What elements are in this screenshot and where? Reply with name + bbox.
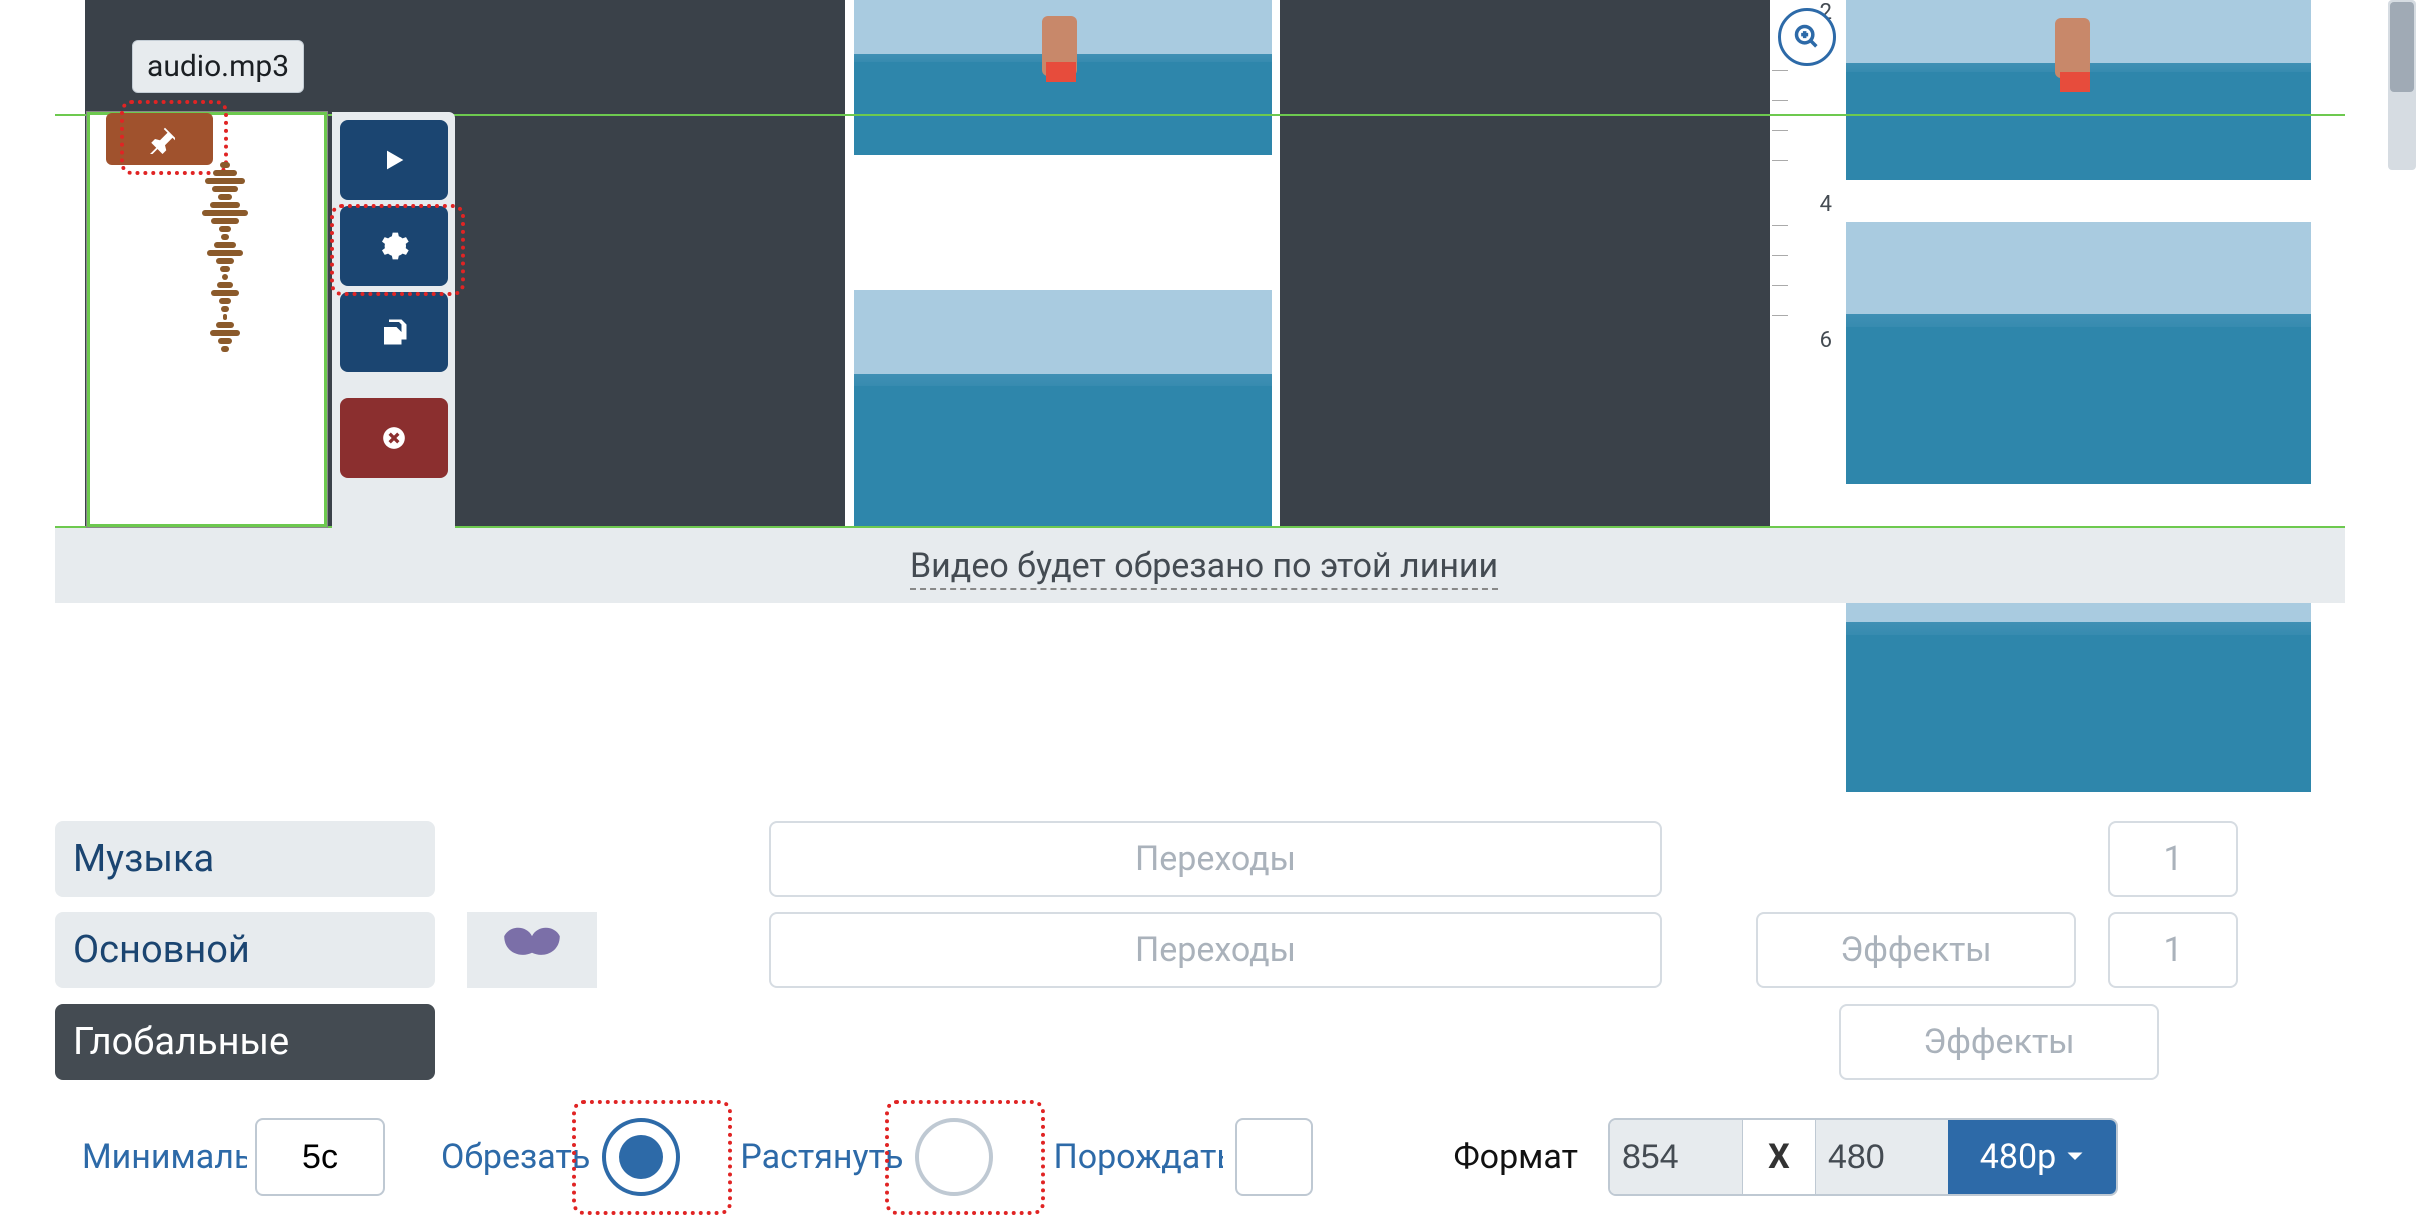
crop-radio[interactable] <box>602 1118 680 1196</box>
width-input[interactable] <box>1610 1120 1742 1194</box>
transitions-button-1[interactable]: Переходы <box>769 821 1662 897</box>
transitions-button-2[interactable]: Переходы <box>769 912 1662 988</box>
min-duration-input[interactable] <box>255 1118 385 1196</box>
play-icon <box>380 146 408 174</box>
copy-icon <box>379 317 409 347</box>
min-label: Минималь <box>82 1137 247 1177</box>
video-thumb-center-top[interactable] <box>854 0 1272 155</box>
spawn-checkbox[interactable] <box>1235 1118 1313 1196</box>
resolution-label: 480p <box>1980 1137 2056 1177</box>
tab-main[interactable]: Основной <box>55 912 435 988</box>
delete-button[interactable] <box>340 398 448 478</box>
stretch-radio[interactable] <box>915 1118 993 1196</box>
gear-icon <box>378 230 410 262</box>
waveform-icon <box>200 160 250 520</box>
tab-music[interactable]: Музыка <box>55 821 435 897</box>
chevron-down-icon <box>2066 1151 2084 1163</box>
scrollbar-thumb[interactable] <box>2390 2 2414 92</box>
video-thumb-right-1[interactable] <box>1846 0 2311 180</box>
clip-tool-panel: ? <box>332 112 455 577</box>
layer-thumbnail[interactable] <box>467 912 597 988</box>
effects-button-1[interactable]: Эффекты <box>1756 912 2076 988</box>
pin-button[interactable] <box>106 113 213 165</box>
format-controls: Минималь Обрезать Растянуть Порождать Фо… <box>82 1118 2342 1196</box>
x-separator: X <box>1742 1120 1816 1194</box>
editor-mid-panel <box>1280 0 1770 530</box>
resolution-dropdown[interactable]: 480p <box>1948 1120 2116 1194</box>
butterfly-icon <box>497 925 567 975</box>
ruler-mark: 4 <box>1820 192 1832 217</box>
effects-button-2[interactable]: Эффекты <box>1839 1004 2159 1080</box>
zoom-in-icon <box>1793 23 1821 51</box>
cut-line-text: Видео будет обрезано по этой линии <box>910 546 1498 590</box>
stretch-label: Растянуть <box>740 1137 903 1177</box>
count-box-1[interactable]: 1 <box>2108 821 2238 897</box>
play-button[interactable] <box>340 120 448 200</box>
tab-global[interactable]: Глобальные <box>55 1004 435 1080</box>
audio-filename-label: audio.mp3 <box>132 40 304 93</box>
count-box-2[interactable]: 1 <box>2108 912 2238 988</box>
video-thumb-right-2[interactable] <box>1846 222 2311 484</box>
zoom-in-button[interactable] <box>1778 8 1836 66</box>
close-icon <box>381 425 407 451</box>
ruler-mark: 6 <box>1820 328 1832 353</box>
crop-label: Обрезать <box>441 1137 590 1177</box>
format-label: Формат <box>1453 1137 1578 1177</box>
time-ruler: 2 4 6 8.966 <box>1772 0 1834 560</box>
height-input[interactable] <box>1816 1120 1948 1194</box>
spawn-label: Порождать <box>1053 1137 1223 1177</box>
vertical-scrollbar[interactable] <box>2388 0 2416 170</box>
video-thumb-center-bottom[interactable] <box>854 290 1272 530</box>
pin-icon <box>145 124 175 154</box>
settings-button[interactable] <box>340 206 448 286</box>
duplicate-button[interactable] <box>340 292 448 372</box>
